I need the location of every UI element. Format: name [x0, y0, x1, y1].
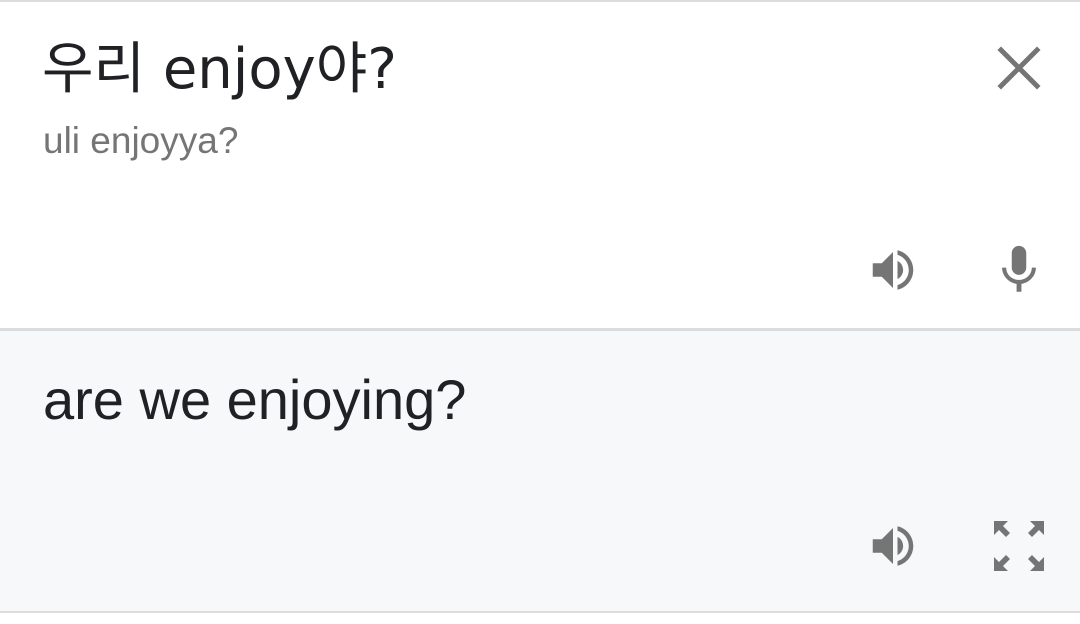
translation-text: are we enjoying?	[43, 368, 467, 431]
volume-icon	[872, 526, 914, 566]
translation-panel: are we enjoying?	[0, 331, 1080, 611]
translation-speak-button[interactable]	[853, 506, 933, 586]
source-romanization: uli enjoyya?	[43, 120, 239, 161]
volume-icon	[872, 250, 914, 290]
bottom-area	[0, 613, 1080, 624]
close-icon	[997, 46, 1041, 90]
voice-input-button[interactable]	[979, 230, 1059, 310]
clear-button[interactable]	[979, 28, 1059, 108]
fullscreen-button[interactable]	[979, 506, 1059, 586]
source-text[interactable]: 우리 enjoy야?	[42, 32, 397, 108]
source-panel[interactable]: 우리 enjoy야? uli enjoyya?	[0, 2, 1080, 328]
microphone-icon	[1002, 245, 1036, 292]
source-speak-button[interactable]	[853, 230, 933, 310]
fullscreen-icon	[994, 521, 1044, 571]
